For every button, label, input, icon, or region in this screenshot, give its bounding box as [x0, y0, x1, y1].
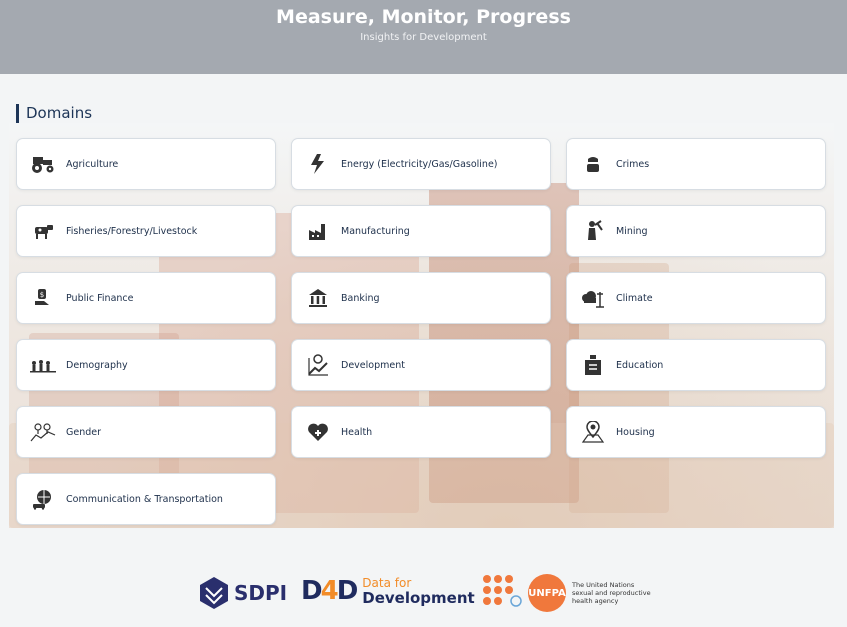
d4d-logo[interactable]: D4D Data for Development: [301, 576, 475, 606]
domain-label: Climate: [616, 292, 653, 304]
domain-card-manufacturing[interactable]: Manufacturing: [291, 205, 551, 257]
domain-card-gender[interactable]: Gender: [16, 406, 276, 458]
domain-label: Housing: [616, 426, 655, 438]
bank-icon: [304, 284, 332, 312]
factory-icon: [304, 217, 332, 245]
page-subtitle: Insights for Development: [360, 32, 487, 43]
page-title: Measure, Monitor, Progress: [276, 6, 571, 28]
domain-label: Mining: [616, 225, 648, 237]
sdpi-wordmark: SDPI: [234, 581, 288, 605]
domain-label: Banking: [341, 292, 380, 304]
population-icon: [29, 351, 57, 379]
housing-pin-icon: [579, 418, 607, 446]
health-heart-icon: [304, 418, 332, 446]
domain-card-fisheries[interactable]: Fisheries/Forestry/Livestock: [16, 205, 276, 257]
domain-card-demography[interactable]: Demography: [16, 339, 276, 391]
domain-label: Energy (Electricity/Gas/Gasoline): [341, 158, 498, 170]
tractor-icon: [29, 150, 57, 178]
domain-label: Development: [341, 359, 405, 371]
domain-label: Communication & Transportation: [66, 493, 223, 505]
domain-grid: Agriculture Energy (Electricity/Gas/Gaso…: [16, 138, 826, 525]
gender-icon: [29, 418, 57, 446]
energy-icon: [304, 150, 332, 178]
money-hand-icon: $: [29, 284, 57, 312]
domain-card-climate[interactable]: Climate: [566, 272, 826, 324]
domain-label: Public Finance: [66, 292, 134, 304]
section-title: Domains: [16, 104, 92, 123]
unfpa-logo[interactable]: UNFPA The United Nations sexual and repr…: [482, 574, 652, 612]
sdpi-emblem-icon: [200, 577, 228, 609]
cow-icon: [29, 217, 57, 245]
school-icon: [579, 351, 607, 379]
miner-icon: [579, 217, 607, 245]
domain-label: Health: [341, 426, 373, 438]
domain-card-energy[interactable]: Energy (Electricity/Gas/Gasoline): [291, 138, 551, 190]
domain-card-mining[interactable]: Mining: [566, 205, 826, 257]
growth-icon: [304, 351, 332, 379]
svg-text:$: $: [40, 291, 44, 299]
unfpa-tagline: The United Nations sexual and reproducti…: [572, 581, 651, 605]
hero-banner: Measure, Monitor, Progress Insights for …: [0, 0, 847, 74]
domain-label: Fisheries/Forestry/Livestock: [66, 225, 198, 237]
partner-logos: SDPI D4D Data for Development UNFPA The …: [0, 570, 847, 620]
domain-card-housing[interactable]: Housing: [566, 406, 826, 458]
police-icon: [579, 150, 607, 178]
domain-card-development[interactable]: Development: [291, 339, 551, 391]
domain-label: Crimes: [616, 158, 650, 170]
sdpi-logo[interactable]: SDPI: [197, 576, 287, 610]
transport-icon: [29, 485, 57, 513]
domain-card-education[interactable]: Education: [566, 339, 826, 391]
climate-icon: [579, 284, 607, 312]
domain-card-agriculture[interactable]: Agriculture: [16, 138, 276, 190]
domain-card-crimes[interactable]: Crimes: [566, 138, 826, 190]
domain-label: Agriculture: [66, 158, 119, 170]
dots-grid-icon: [483, 575, 522, 607]
domain-card-communication-transportation[interactable]: Communication & Transportation: [16, 473, 276, 525]
domain-card-banking[interactable]: Banking: [291, 272, 551, 324]
domain-card-public-finance[interactable]: $ Public Finance: [16, 272, 276, 324]
d4d-mark: D4D: [301, 576, 358, 606]
unfpa-badge: UNFPA: [528, 574, 566, 612]
domain-label: Demography: [66, 359, 128, 371]
domain-label: Manufacturing: [341, 225, 410, 237]
domain-card-health[interactable]: Health: [291, 406, 551, 458]
domain-label: Gender: [66, 426, 102, 438]
d4d-line2: Development: [362, 589, 475, 607]
domain-label: Education: [616, 359, 664, 371]
